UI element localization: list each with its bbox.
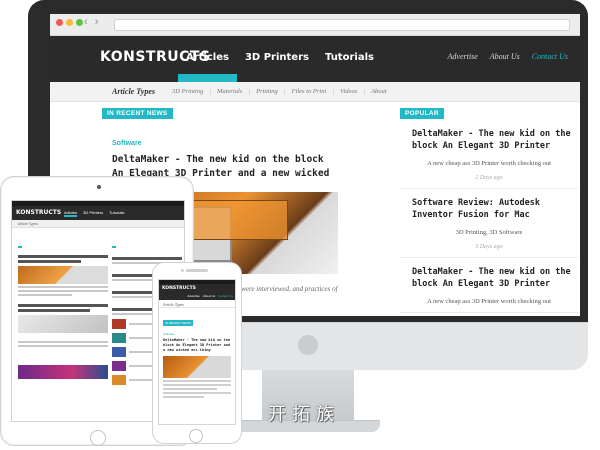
printer-enclosure-shape (192, 200, 288, 240)
popular-card-caption: A new cheap ass 3D Printer worth checkin… (427, 298, 551, 305)
subnav-separator: | (209, 88, 212, 95)
browser-chrome: ‹ › (50, 14, 580, 36)
nav-item-advertise[interactable]: Advertise (448, 52, 478, 61)
tablet-section-tag (18, 246, 22, 248)
recent-news-label: IN RECENT NEWS (102, 108, 173, 119)
phone-camera-icon (181, 269, 184, 272)
subnav-separator: | (283, 88, 286, 95)
popular-column: POPULAR DeltaMaker - The new kid on the … (400, 102, 578, 313)
tablet-thumbnail[interactable] (112, 361, 126, 371)
tablet-main-nav: Articles 3D Printers Tutorials (64, 210, 130, 217)
phone-content: IN RECENT NEWS Software DeltaMaker - The… (159, 308, 235, 401)
tablet-thumbnail[interactable] (112, 347, 126, 357)
popular-card-date: 2 Days ago (475, 175, 503, 181)
phone-nav-item-about-us[interactable]: About Us (203, 294, 215, 300)
phone-site-header: KONSTRUCTS (159, 284, 235, 294)
tablet-text-line (18, 345, 108, 347)
subnav-separator: | (363, 88, 366, 95)
tablet-section-tag (112, 246, 116, 248)
phone-nav-item-advertise[interactable]: Advertise (187, 294, 200, 300)
phone-speaker (186, 269, 208, 272)
nav-item-about-us[interactable]: About Us (490, 52, 520, 61)
popular-card-title[interactable]: DeltaMaker - The new kid on the block An… (406, 128, 572, 152)
tablet-headline-line (18, 255, 108, 258)
phone-text-line (163, 392, 231, 394)
article-types-links: 3D Printing | Materials | Printing | Files … (172, 88, 393, 95)
subnav-link-videos[interactable]: Videos (340, 88, 357, 95)
watermark-text: 开拓族 (268, 404, 340, 425)
tablet-text-line (18, 286, 108, 288)
address-bar[interactable] (114, 19, 570, 31)
subnav-link-3d-printing[interactable]: 3D Printing (172, 88, 203, 95)
nav-item-contact-us[interactable]: Contact Us (532, 52, 568, 61)
popular-card-caption: A new cheap ass 3D Printer worth checkin… (427, 160, 551, 167)
tablet-nav-item-tutorials[interactable]: Tutorials (109, 210, 124, 217)
popular-card[interactable]: Software Review: Autodesk Inventor Fusio… (400, 189, 578, 258)
subnav-link-files-to-print[interactable]: Files to Print (292, 88, 327, 95)
subnav-separator: | (248, 88, 251, 95)
main-nav: Articles 3D Printers Tutorials (178, 36, 382, 82)
popular-card-title[interactable]: Software Review: Autodesk Inventor Fusio… (406, 197, 572, 221)
nav-item-tutorials[interactable]: Tutorials (317, 36, 382, 82)
tablet-article-image[interactable] (18, 266, 108, 284)
phone-text-line (163, 396, 204, 398)
back-forward-arrows-icon[interactable]: ‹ › (84, 16, 100, 28)
tablet-nav-item-3d-printers[interactable]: 3D Printers (83, 210, 103, 217)
phone-text-line (163, 380, 231, 382)
tablet-text-line (18, 294, 72, 296)
article-types-bar: Article Types 3D Printing | Materials | Pr… (50, 82, 580, 102)
phone-text-line (163, 384, 231, 386)
tablet-headline-line (18, 260, 81, 263)
tablet-left-column (18, 235, 108, 379)
phone-nav-item-contact-us[interactable]: Contact Us (218, 294, 233, 300)
phone-article-types[interactable]: Article Types (159, 300, 235, 308)
tablet-article-image[interactable] (18, 315, 108, 333)
popular-card-caption: 3D Printing, 3D Software (455, 229, 523, 236)
article-category[interactable]: Software (112, 140, 340, 147)
tablet-site-header: KONSTRUCTS Articles 3D Printers Tutorial… (12, 206, 184, 220)
tablet-article-types-bar: Article Types (12, 220, 184, 228)
maximize-dot-icon[interactable] (76, 19, 83, 26)
tablet-home-button[interactable] (90, 430, 106, 446)
popular-card-title[interactable]: DeltaMaker - The new kid on the block An… (406, 266, 572, 290)
phone-screen: KONSTRUCTS Advertise About Us Contact Us… (158, 279, 236, 425)
tablet-thumbnail[interactable] (112, 319, 126, 329)
phone-text-line (163, 388, 218, 390)
popular-card-date: 5 Days ago (475, 244, 503, 250)
tablet-headline-line (18, 309, 90, 312)
nav-item-articles[interactable]: Articles (178, 36, 237, 82)
phone-recent-news-tag: IN RECENT NEWS (163, 320, 193, 326)
site-header: KONSTRUCTS Articles 3D Printers Tutorial… (50, 36, 580, 82)
nav-item-3d-printers[interactable]: 3D Printers (237, 36, 317, 82)
tablet-headline-line (18, 304, 108, 307)
subnav-link-about[interactable]: About (371, 88, 387, 95)
popular-card[interactable]: DeltaMaker - The new kid on the block An… (400, 258, 578, 313)
tablet-headline-line (112, 257, 182, 260)
tablet-nav-item-articles[interactable]: Articles (64, 210, 78, 217)
tablet-text-line (18, 290, 108, 292)
minimize-dot-icon[interactable] (66, 19, 73, 26)
phone-article-image[interactable] (163, 356, 231, 378)
phone-site-logo[interactable]: KONSTRUCTS (162, 286, 196, 291)
subnav-separator: | (332, 88, 335, 95)
subnav-link-printing[interactable]: Printing (256, 88, 278, 95)
phone-article-headline[interactable]: DeltaMaker - The new kid on the block An… (163, 338, 231, 353)
tablet-article-image[interactable] (18, 365, 108, 379)
tablet-text-line (18, 341, 108, 343)
device-mockup-stage: ‹ › KONSTRUCTS Articles 3D Printers Tuto… (0, 0, 600, 450)
phone-home-button[interactable] (189, 429, 203, 443)
tablet-thumbnail[interactable] (112, 333, 126, 343)
tablet-camera-icon (97, 185, 101, 189)
phone-frame: KONSTRUCTS Advertise About Us Contact Us… (152, 262, 242, 444)
utility-nav: Advertise About Us Contact Us (448, 52, 580, 61)
subnav-link-materials[interactable]: Materials (217, 88, 242, 95)
popular-label: POPULAR (400, 108, 444, 119)
apple-logo-icon (298, 335, 318, 355)
tablet-site-logo[interactable]: KONSTRUCTS (16, 209, 61, 216)
tablet-thumbnail[interactable] (112, 375, 126, 385)
phone-article-category[interactable]: Software (163, 332, 231, 336)
close-dot-icon[interactable] (56, 19, 63, 26)
article-types-title: Article Types (112, 87, 156, 96)
popular-card[interactable]: DeltaMaker - The new kid on the block An… (400, 120, 578, 189)
